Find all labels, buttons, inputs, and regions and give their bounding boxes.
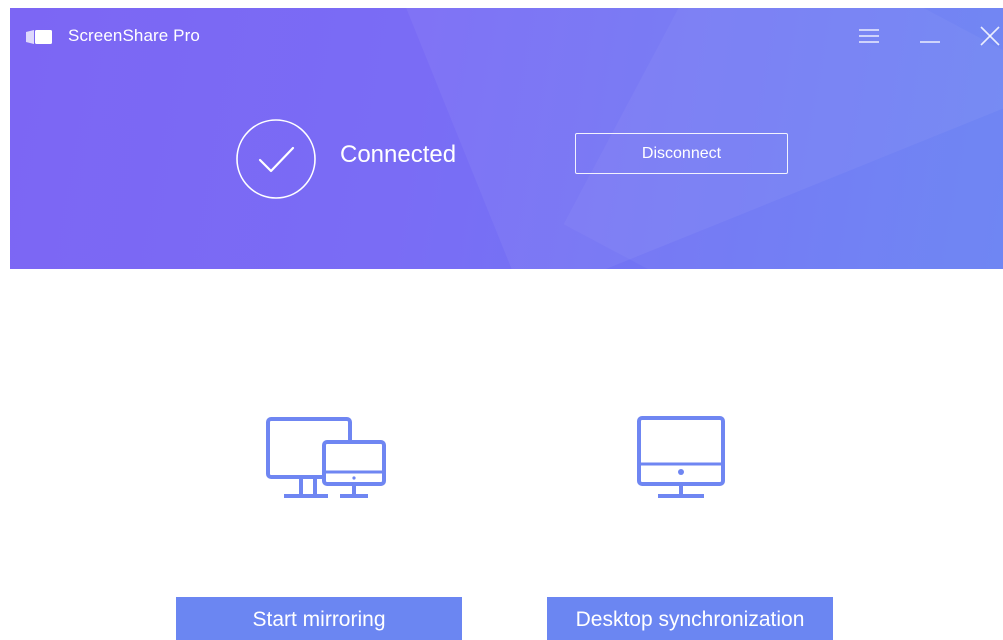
app-window: ScreenShare Pro Connected Disconnect Sta… [0, 0, 1003, 640]
dual-monitor-icon [266, 417, 386, 498]
minimize-icon [920, 41, 940, 43]
desktop-synchronization-button[interactable]: Desktop synchronization [547, 597, 833, 640]
header-banner: ScreenShare Pro Connected Disconnect [10, 8, 1003, 269]
disconnect-button[interactable]: Disconnect [575, 133, 788, 174]
menu-button[interactable] [852, 22, 886, 50]
hamburger-menu-icon [859, 29, 879, 43]
desktop-monitor-icon [637, 416, 725, 498]
connection-status-text: Connected [340, 141, 457, 168]
close-icon [980, 26, 1000, 46]
check-circle-icon [236, 119, 316, 199]
close-button[interactable] [973, 22, 1003, 50]
minimize-button[interactable] [913, 22, 947, 50]
start-mirroring-button[interactable]: Start mirroring [176, 597, 462, 640]
screen-logo-icon [26, 30, 52, 44]
app-title: ScreenShare Pro [68, 26, 200, 45]
